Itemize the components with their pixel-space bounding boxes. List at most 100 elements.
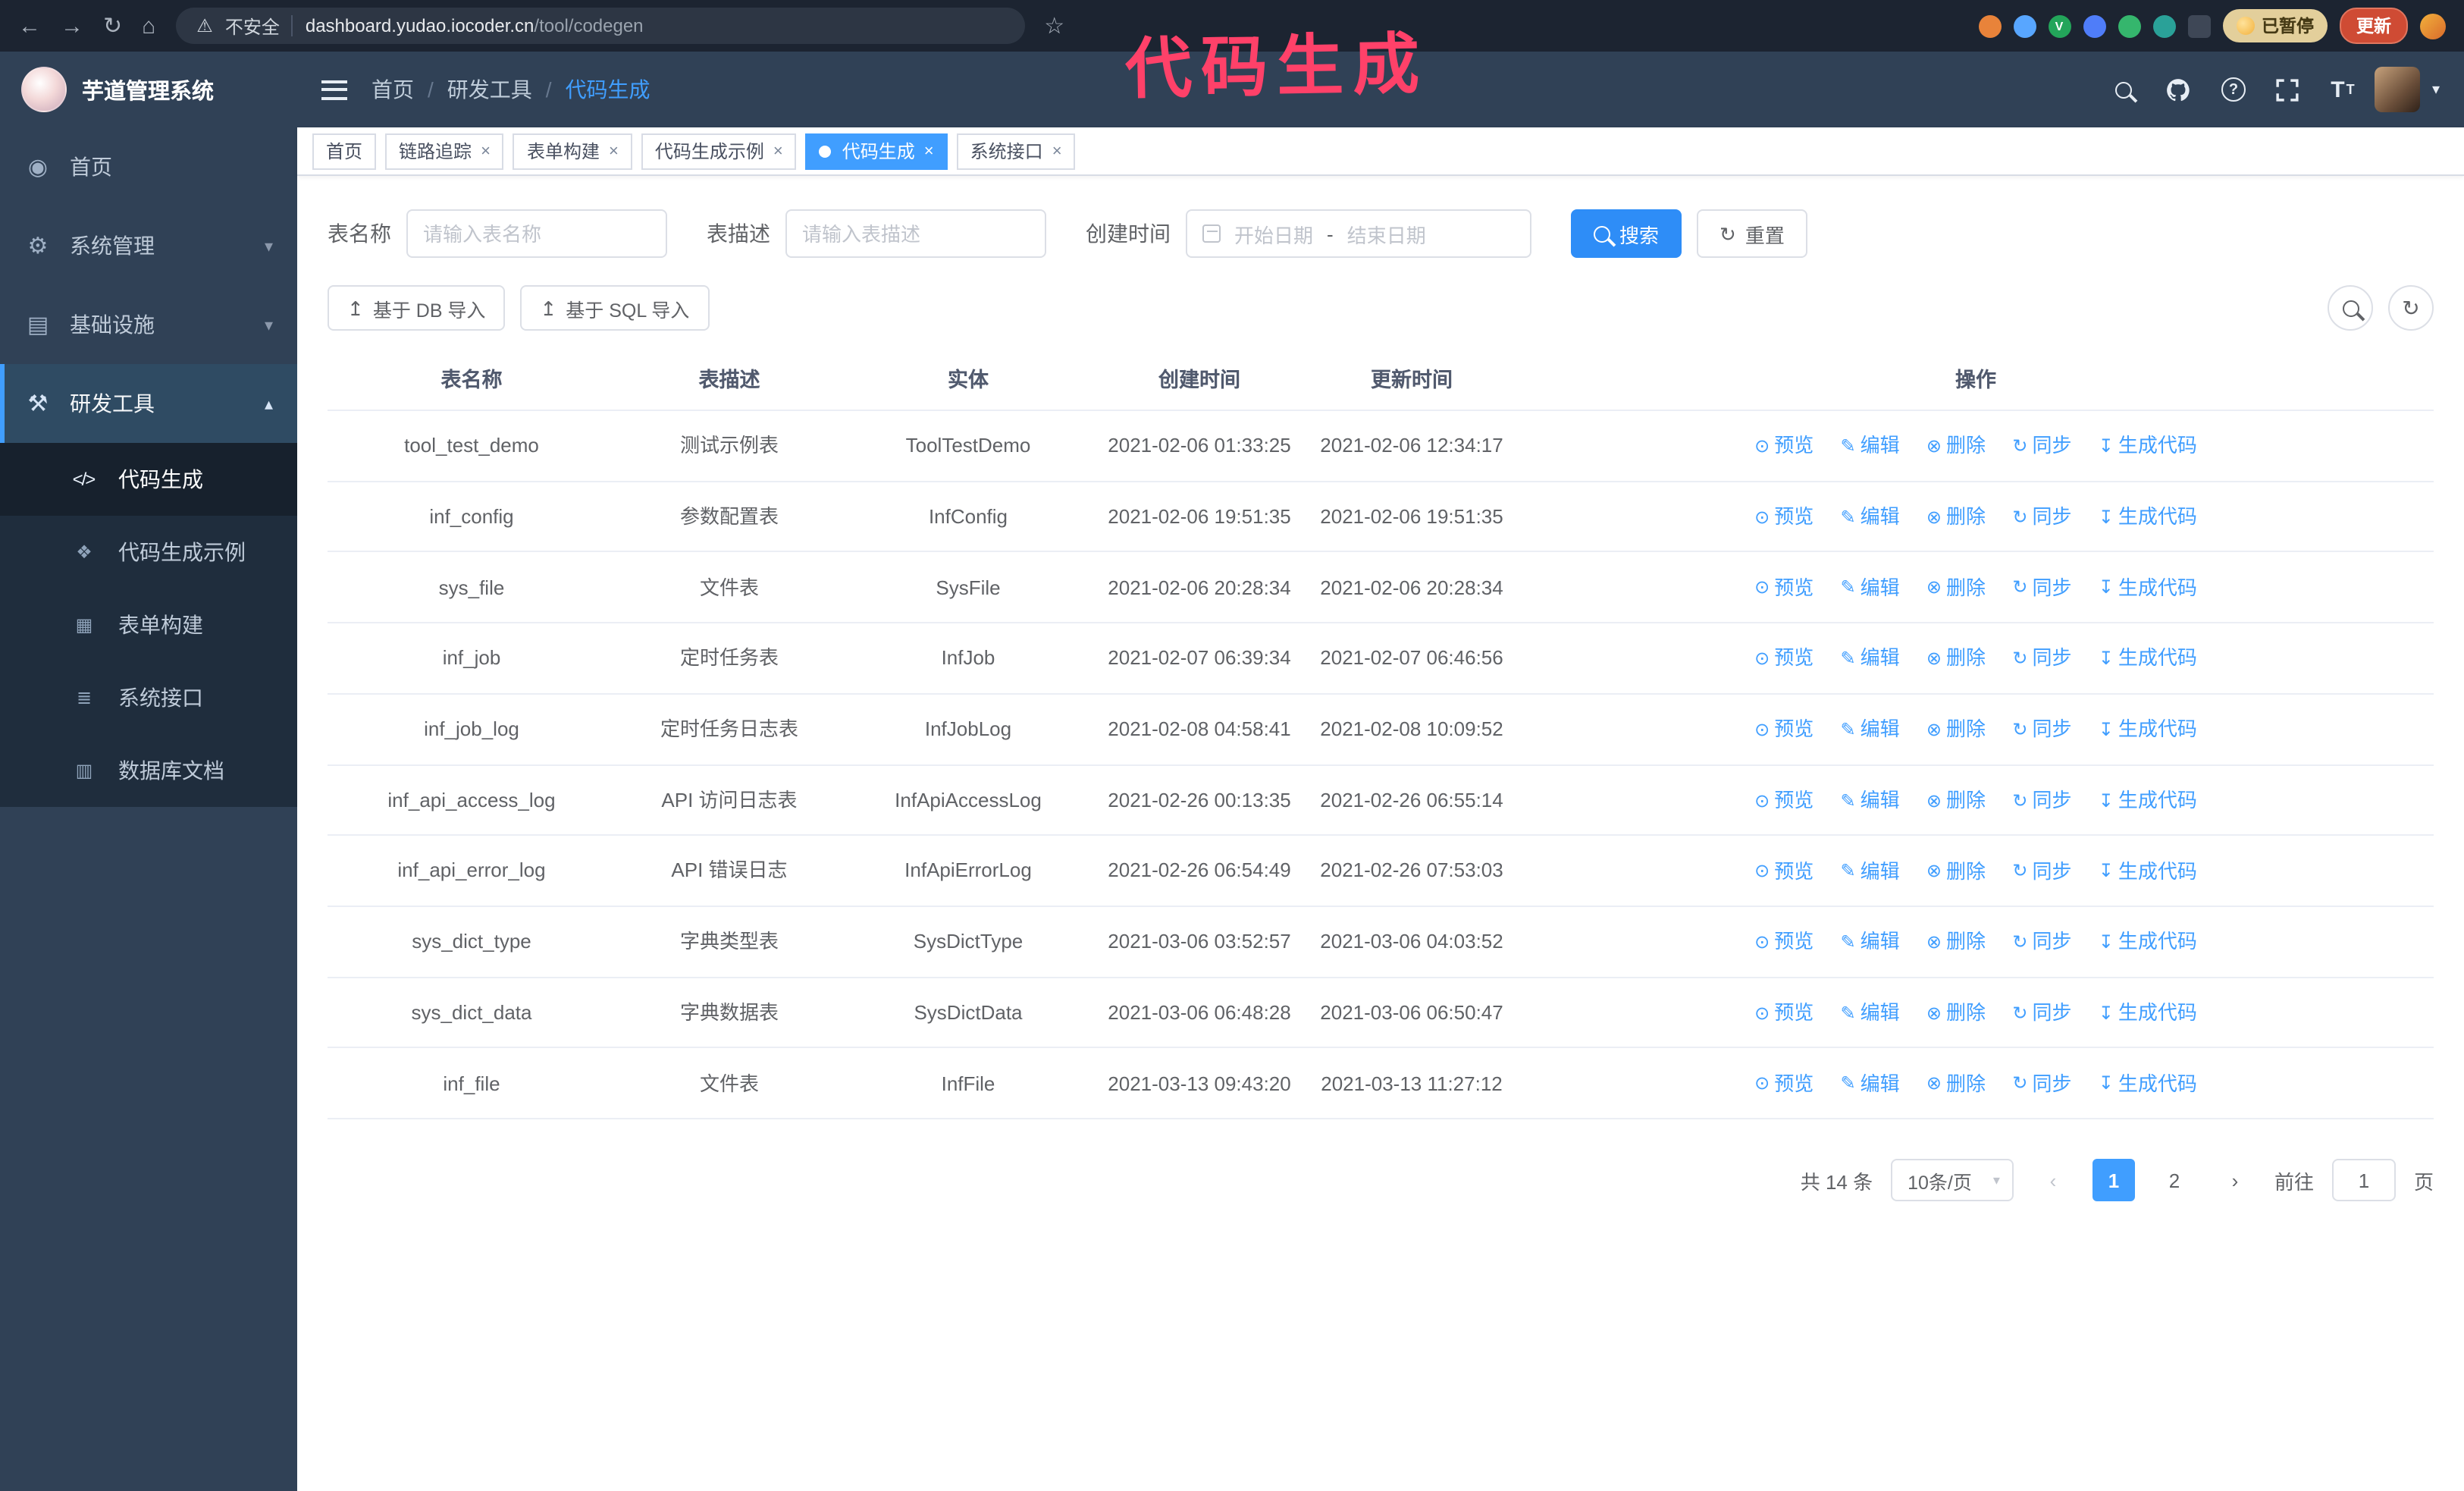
sync-link[interactable]: ↻ 同步 — [2012, 571, 2071, 604]
sidebar-item-system-management[interactable]: ⚙ 系统管理 ▾ — [0, 206, 297, 285]
help-icon[interactable]: ? — [2211, 67, 2256, 112]
tab-codegen-active[interactable]: 代码生成 × — [805, 133, 948, 169]
sidebar-item-db-docs[interactable]: ▥ 数据库文档 — [0, 734, 297, 807]
edit-link[interactable]: ✎ 编辑 — [1841, 926, 1900, 959]
browser-profile-avatar[interactable] — [2420, 13, 2446, 39]
tab-close-icon[interactable]: × — [481, 142, 491, 160]
generate-code-link[interactable]: ↧ 生成代码 — [2099, 430, 2197, 463]
edit-link[interactable]: ✎ 编辑 — [1841, 997, 1900, 1029]
reload-icon[interactable]: ↻ — [103, 14, 122, 37]
tab-home[interactable]: 首页 — [312, 133, 377, 169]
prev-page-button[interactable]: ‹ — [2032, 1159, 2074, 1201]
forward-icon[interactable]: → — [61, 14, 83, 37]
update-button[interactable]: 更新 — [2340, 8, 2408, 44]
edit-link[interactable]: ✎ 编辑 — [1841, 642, 1900, 675]
sync-link[interactable]: ↻ 同步 — [2012, 997, 2071, 1029]
edit-link[interactable]: ✎ 编辑 — [1841, 430, 1900, 463]
tab-codegen-example[interactable]: 代码生成示例 × — [641, 133, 797, 169]
extension-icon-1[interactable] — [1978, 14, 2001, 37]
preview-link[interactable]: ⊙ 预览 — [1754, 997, 1814, 1029]
delete-link[interactable]: ⊗ 删除 — [1926, 997, 1986, 1029]
preview-link[interactable]: ⊙ 预览 — [1754, 855, 1814, 887]
sidebar-item-infrastructure[interactable]: ▤ 基础设施 ▾ — [0, 285, 297, 364]
extension-icon-3[interactable]: V — [2048, 14, 2071, 37]
delete-link[interactable]: ⊗ 删除 — [1926, 855, 1986, 887]
fullscreen-icon[interactable] — [2265, 67, 2311, 112]
generate-code-link[interactable]: ↧ 生成代码 — [2099, 997, 2197, 1029]
bookmark-star-icon[interactable]: ☆ — [1044, 14, 1064, 37]
extension-icon-5[interactable] — [2118, 14, 2140, 37]
generate-code-link[interactable]: ↧ 生成代码 — [2099, 571, 2197, 604]
sync-link[interactable]: ↻ 同步 — [2012, 784, 2071, 817]
edit-link[interactable]: ✎ 编辑 — [1841, 571, 1900, 604]
sidebar-item-codegen[interactable]: </> 代码生成 — [0, 443, 297, 516]
sync-link[interactable]: ↻ 同步 — [2012, 1068, 2071, 1100]
back-icon[interactable]: ← — [18, 14, 41, 37]
paused-badge[interactable]: 已暂停 — [2222, 9, 2328, 42]
sync-link[interactable]: ↻ 同步 — [2012, 926, 2071, 959]
puzzle-extensions-icon[interactable] — [2187, 14, 2210, 37]
hamburger-menu-icon[interactable] — [321, 80, 347, 99]
font-size-icon[interactable]: TT — [2320, 67, 2365, 112]
home-icon[interactable]: ⌂ — [142, 14, 155, 37]
sync-link[interactable]: ↻ 同步 — [2012, 713, 2071, 746]
import-sql-button[interactable]: ↥ 基于 SQL 导入 — [520, 285, 710, 331]
tab-form-builder[interactable]: 表单构建 × — [513, 133, 632, 169]
next-page-button[interactable]: › — [2214, 1159, 2256, 1201]
edit-link[interactable]: ✎ 编辑 — [1841, 784, 1900, 817]
generate-code-link[interactable]: ↧ 生成代码 — [2099, 713, 2197, 746]
page-button-1[interactable]: 1 — [2092, 1159, 2135, 1202]
generate-code-link[interactable]: ↧ 生成代码 — [2099, 855, 2197, 887]
import-db-button[interactable]: ↥ 基于 DB 导入 — [328, 285, 506, 331]
extension-icon-4[interactable] — [2083, 14, 2105, 37]
goto-page-input[interactable] — [2331, 1159, 2396, 1202]
delete-link[interactable]: ⊗ 删除 — [1926, 501, 1986, 533]
sync-link[interactable]: ↻ 同步 — [2012, 501, 2071, 533]
preview-link[interactable]: ⊙ 预览 — [1754, 784, 1814, 817]
sidebar-item-home[interactable]: ◉ 首页 — [0, 127, 297, 206]
app-logo[interactable]: 芋道管理系统 — [0, 52, 297, 127]
preview-link[interactable]: ⊙ 预览 — [1754, 926, 1814, 959]
preview-link[interactable]: ⊙ 预览 — [1754, 642, 1814, 675]
sidebar-item-dev-tools[interactable]: ⚒ 研发工具 ▴ — [0, 364, 297, 443]
table-desc-input[interactable] — [785, 209, 1046, 258]
generate-code-link[interactable]: ↧ 生成代码 — [2099, 926, 2197, 959]
delete-link[interactable]: ⊗ 删除 — [1926, 1068, 1986, 1100]
preview-link[interactable]: ⊙ 预览 — [1754, 430, 1814, 463]
reset-button[interactable]: ↻ 重置 — [1697, 209, 1807, 258]
address-bar[interactable]: ⚠ 不安全 dashboard.yudao.iocoder.cn/tool/co… — [175, 8, 1025, 44]
delete-link[interactable]: ⊗ 删除 — [1926, 784, 1986, 817]
delete-link[interactable]: ⊗ 删除 — [1926, 713, 1986, 746]
generate-code-link[interactable]: ↧ 生成代码 — [2099, 784, 2197, 817]
generate-code-link[interactable]: ↧ 生成代码 — [2099, 501, 2197, 533]
preview-link[interactable]: ⊙ 预览 — [1754, 571, 1814, 604]
edit-link[interactable]: ✎ 编辑 — [1841, 501, 1900, 533]
tab-close-icon[interactable]: × — [1052, 142, 1062, 160]
preview-link[interactable]: ⊙ 预览 — [1754, 713, 1814, 746]
extension-icon-2[interactable] — [2013, 14, 2036, 37]
search-icon[interactable] — [2102, 67, 2147, 112]
sidebar-item-system-api[interactable]: ≣ 系统接口 — [0, 661, 297, 734]
edit-link[interactable]: ✎ 编辑 — [1841, 713, 1900, 746]
tab-close-icon[interactable]: × — [924, 142, 934, 160]
preview-link[interactable]: ⊙ 预览 — [1754, 501, 1814, 533]
sync-link[interactable]: ↻ 同步 — [2012, 430, 2071, 463]
sync-link[interactable]: ↻ 同步 — [2012, 642, 2071, 675]
tab-close-icon[interactable]: × — [609, 142, 619, 160]
delete-link[interactable]: ⊗ 删除 — [1926, 642, 1986, 675]
search-button[interactable]: 搜索 — [1571, 209, 1682, 258]
delete-link[interactable]: ⊗ 删除 — [1926, 926, 1986, 959]
page-size-select[interactable]: 10条/页 ▾ — [1891, 1159, 2014, 1202]
table-name-input[interactable] — [406, 209, 667, 258]
page-button-2[interactable]: 2 — [2153, 1159, 2196, 1201]
generate-code-link[interactable]: ↧ 生成代码 — [2099, 1068, 2197, 1100]
refresh-table-button[interactable]: ↻ — [2388, 285, 2434, 331]
date-range-picker[interactable]: 开始日期 - 结束日期 — [1186, 209, 1531, 258]
github-icon[interactable] — [2156, 67, 2202, 112]
tab-trace[interactable]: 链路追踪 × — [385, 133, 504, 169]
delete-link[interactable]: ⊗ 删除 — [1926, 571, 1986, 604]
extension-icon-6[interactable] — [2152, 14, 2175, 37]
tab-system-api[interactable]: 系统接口 × — [956, 133, 1076, 169]
edit-link[interactable]: ✎ 编辑 — [1841, 855, 1900, 887]
tab-close-icon[interactable]: × — [773, 142, 783, 160]
